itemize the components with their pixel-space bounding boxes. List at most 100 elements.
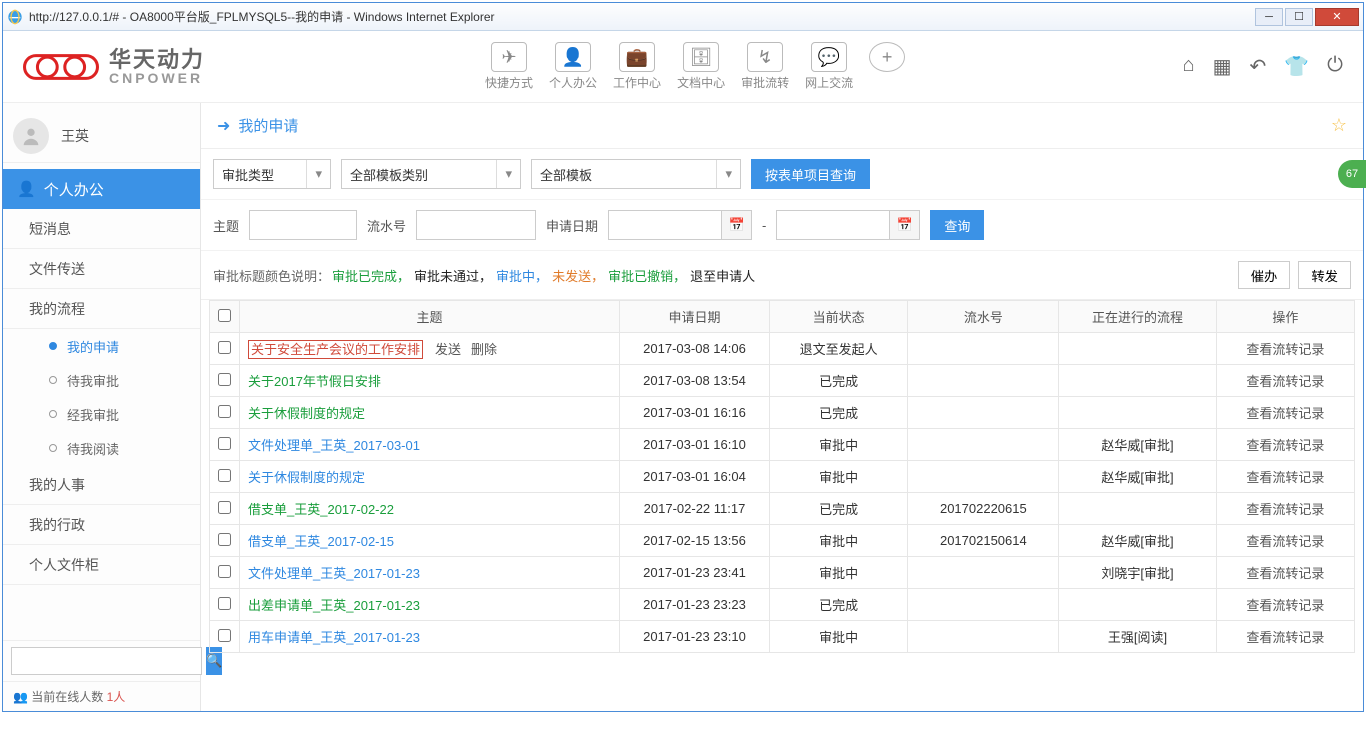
view-flow-link[interactable]: 查看流转记录	[1246, 534, 1324, 549]
power-icon[interactable]: ⏻	[1327, 54, 1343, 79]
view-flow-link[interactable]: 查看流转记录	[1246, 502, 1324, 517]
calendar-icon[interactable]: 📅	[890, 210, 920, 240]
sidebar-item-hr[interactable]: 我的人事	[3, 465, 200, 505]
notification-badge[interactable]: 67	[1338, 160, 1366, 188]
dot-icon	[49, 444, 57, 452]
window-title: http://127.0.0.1/# - OA8000平台版_FPLMYSQL5…	[29, 8, 1253, 25]
delete-action[interactable]: 删除	[471, 339, 497, 358]
subject-link[interactable]: 借支单_王英_2017-02-22	[248, 502, 394, 517]
subject-link[interactable]: 文件处理单_王英_2017-03-01	[248, 438, 420, 453]
table-header: 正在进行的流程	[1059, 301, 1216, 333]
view-flow-link[interactable]: 查看流转记录	[1246, 630, 1324, 645]
sidebar-item-cabinet[interactable]: 个人文件柜	[3, 545, 200, 585]
table-row: 关于安全生产会议的工作安排发送删除2017-03-08 14:06退文至发起人查…	[210, 333, 1355, 365]
cell-flow	[1059, 493, 1216, 525]
table-row: 出差申请单_王英_2017-01-232017-01-23 23:23已完成查看…	[210, 589, 1355, 621]
serial-input[interactable]	[416, 210, 536, 240]
home-icon[interactable]: ⌂	[1183, 54, 1195, 79]
select-all-checkbox[interactable]	[218, 309, 231, 322]
sidebar-sub-label: 我的申请	[67, 337, 119, 356]
subject-link[interactable]: 关于休假制度的规定	[248, 470, 365, 485]
calendar-icon[interactable]: 📅	[722, 210, 752, 240]
cell-flow: 赵华威[审批]	[1059, 525, 1216, 557]
view-flow-link[interactable]: 查看流转记录	[1246, 406, 1324, 421]
sidebar-item-myflow[interactable]: 我的流程	[3, 289, 200, 329]
shirt-icon[interactable]: 👕	[1284, 54, 1309, 79]
sidebar-search-input[interactable]	[11, 647, 202, 675]
row-checkbox[interactable]	[218, 405, 231, 418]
row-checkbox[interactable]	[218, 373, 231, 386]
legend-in: 审批中，	[496, 266, 548, 285]
favorite-icon[interactable]: ☆	[1331, 115, 1347, 136]
row-checkbox[interactable]	[218, 533, 231, 546]
cell-status: 审批中	[770, 461, 908, 493]
select-value: 全部模板	[540, 165, 592, 184]
window-maximize-button[interactable]: ☐	[1285, 8, 1313, 26]
table-row: 关于休假制度的规定2017-03-01 16:16已完成查看流转记录	[210, 397, 1355, 429]
query-button[interactable]: 查询	[930, 210, 984, 240]
topnav-item-5[interactable]: 💬网上交流	[805, 42, 853, 91]
reply-icon[interactable]: ↶	[1250, 54, 1267, 79]
sidebar-sub-toread[interactable]: 待我阅读	[3, 431, 200, 465]
query-by-form-button[interactable]: 按表单项目查询	[751, 159, 870, 189]
filter-template-category[interactable]: 全部模板类别▾	[341, 159, 521, 189]
view-flow-link[interactable]: 查看流转记录	[1246, 438, 1324, 453]
subject-link[interactable]: 出差申请单_王英_2017-01-23	[248, 598, 420, 613]
avatar	[13, 118, 49, 154]
apps-icon[interactable]: ▦	[1213, 54, 1232, 79]
cell-date: 2017-03-01 16:16	[620, 397, 770, 429]
row-checkbox[interactable]	[218, 629, 231, 642]
urge-button[interactable]: 催办	[1238, 261, 1291, 289]
view-flow-link[interactable]: 查看流转记录	[1246, 566, 1324, 581]
row-checkbox[interactable]	[218, 501, 231, 514]
subject-link[interactable]: 关于2017年节假日安排	[248, 374, 381, 389]
topnav-item-0[interactable]: ✈快捷方式	[485, 42, 533, 91]
topnav-item-2[interactable]: 💼工作中心	[613, 42, 661, 91]
filter-template[interactable]: 全部模板▾	[531, 159, 741, 189]
cell-date: 2017-01-23 23:41	[620, 557, 770, 589]
sidebar-sub-myapply[interactable]: 我的申请	[3, 329, 200, 363]
date-to-input[interactable]	[776, 210, 890, 240]
topnav-item-1[interactable]: 👤个人办公	[549, 42, 597, 91]
view-flow-link[interactable]: 查看流转记录	[1246, 470, 1324, 485]
subject-link[interactable]: 文件处理单_王英_2017-01-23	[248, 566, 420, 581]
row-checkbox[interactable]	[218, 437, 231, 450]
logo-text-cn: 华天动力	[109, 49, 205, 71]
row-checkbox[interactable]	[218, 597, 231, 610]
view-flow-link[interactable]: 查看流转记录	[1246, 342, 1324, 357]
sidebar-group-personal[interactable]: 👤 个人办公	[3, 169, 200, 209]
send-action[interactable]: 发送	[435, 339, 461, 358]
row-checkbox[interactable]	[218, 469, 231, 482]
subject-link[interactable]: 借支单_王英_2017-02-15	[248, 534, 394, 549]
applications-table: 主题申请日期当前状态流水号正在进行的流程操作 关于安全生产会议的工作安排发送删除…	[209, 300, 1355, 653]
topnav-item-4[interactable]: ↯审批流转	[741, 42, 789, 91]
topnav-icon: 👤	[555, 42, 591, 72]
view-flow-link[interactable]: 查看流转记录	[1246, 598, 1324, 613]
subject-link[interactable]: 关于安全生产会议的工作安排	[248, 340, 423, 359]
cell-date: 2017-03-01 16:04	[620, 461, 770, 493]
row-checkbox[interactable]	[218, 341, 231, 354]
chevron-down-icon: ▾	[306, 160, 322, 188]
sidebar-item-filetransfer[interactable]: 文件传送	[3, 249, 200, 289]
topnav-add[interactable]: +	[869, 42, 905, 91]
subject-input[interactable]	[249, 210, 357, 240]
subject-link[interactable]: 关于休假制度的规定	[248, 406, 365, 421]
row-checkbox[interactable]	[218, 565, 231, 578]
subject-link[interactable]: 用车申请单_王英_2017-01-23	[248, 630, 420, 645]
sidebar-sub-approved[interactable]: 经我审批	[3, 397, 200, 431]
sidebar-sub-label: 待我审批	[67, 371, 119, 390]
window-minimize-button[interactable]: ─	[1255, 8, 1283, 26]
person-icon: 👤	[17, 180, 36, 198]
view-flow-link[interactable]: 查看流转记录	[1246, 374, 1324, 389]
date-from-input[interactable]	[608, 210, 722, 240]
sidebar-item-admin[interactable]: 我的行政	[3, 505, 200, 545]
sidebar-sub-pending[interactable]: 待我审批	[3, 363, 200, 397]
filter-approve-type[interactable]: 审批类型▾	[213, 159, 331, 189]
window-close-button[interactable]: ✕	[1315, 8, 1359, 26]
sidebar-item-sms[interactable]: 短消息	[3, 209, 200, 249]
cell-flow: 赵华威[审批]	[1059, 429, 1216, 461]
topnav-item-3[interactable]: 🗄文档中心	[677, 42, 725, 91]
forward-button[interactable]: 转发	[1298, 261, 1351, 289]
table-row: 关于2017年节假日安排2017-03-08 13:54已完成查看流转记录	[210, 365, 1355, 397]
online-count: 👥 当前在线人数 1人	[3, 681, 200, 711]
